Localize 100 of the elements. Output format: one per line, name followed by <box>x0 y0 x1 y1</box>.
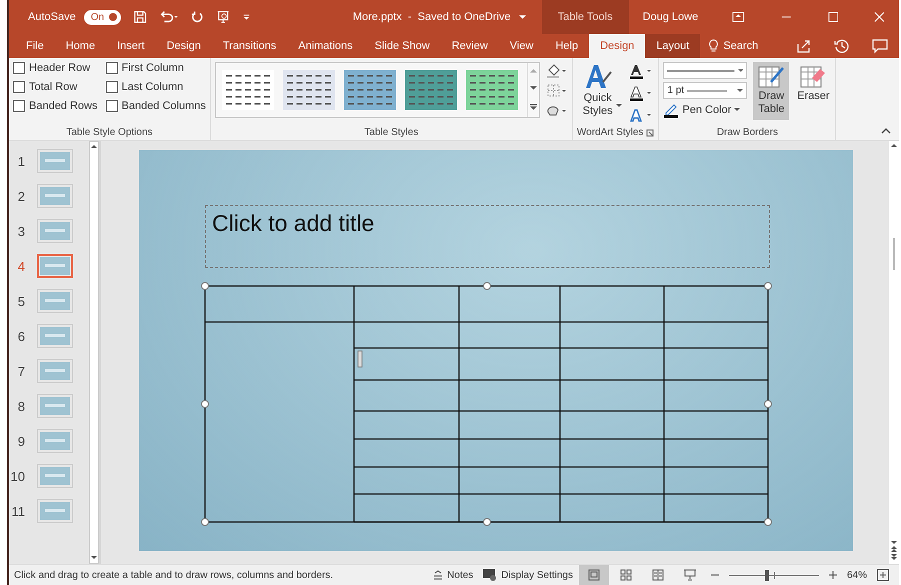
resize-handle[interactable] <box>764 400 772 408</box>
draw-table-button[interactable]: Draw Table <box>753 62 790 120</box>
text-fill-icon[interactable] <box>628 64 654 80</box>
ribbon-tab[interactable]: Review <box>440 34 499 58</box>
checkbox[interactable] <box>106 62 118 74</box>
share-icon[interactable] <box>796 38 812 54</box>
pen-color-button[interactable]: Pen Color <box>663 102 732 118</box>
resize-handle[interactable] <box>764 518 772 526</box>
document-title[interactable]: More.pptx - Saved to OneDrive <box>352 11 511 23</box>
ribbon-tab[interactable]: View <box>498 34 544 58</box>
search-button[interactable]: Search <box>700 34 766 58</box>
slide-thumbnail[interactable] <box>37 394 73 418</box>
slide-number: 3 <box>16 224 25 238</box>
more-icon[interactable] <box>530 104 537 111</box>
text-effects-icon[interactable] <box>628 108 654 124</box>
shading-icon[interactable] <box>546 64 568 78</box>
borders-icon[interactable] <box>546 84 568 98</box>
table-pencil-icon <box>757 64 786 90</box>
slide-thumbnail[interactable] <box>37 359 73 383</box>
table-style-thumbnail[interactable] <box>404 70 457 110</box>
fit-to-window-icon[interactable] <box>877 569 889 581</box>
table-style-thumbnail[interactable] <box>282 70 335 110</box>
autosave-toggle[interactable]: On <box>84 10 122 24</box>
gallery-scrollbar[interactable] <box>526 63 539 117</box>
previous-slide-icon[interactable] <box>891 545 897 553</box>
undo-icon[interactable] <box>159 10 180 24</box>
ribbon-display-icon[interactable] <box>732 11 745 23</box>
caret-icon[interactable] <box>616 104 622 108</box>
scroll-up-icon[interactable] <box>91 145 97 149</box>
checkbox[interactable] <box>106 100 118 112</box>
zoom-in-icon[interactable] <box>828 571 837 579</box>
table-style-thumbnail[interactable] <box>466 70 518 110</box>
customize-icon[interactable] <box>242 12 251 22</box>
slide-thumbnail[interactable] <box>37 464 73 488</box>
ribbon-tab[interactable]: Design <box>589 34 646 58</box>
cursor-icon <box>358 350 362 368</box>
checkbox[interactable] <box>13 62 25 74</box>
ribbon-tab[interactable]: Animations <box>287 34 364 58</box>
slide-thumbnail[interactable] <box>37 149 73 173</box>
slide-thumbnail[interactable] <box>37 499 73 523</box>
scroll-down-icon[interactable] <box>891 541 897 545</box>
pen-weight-dropdown[interactable]: 1 pt <box>663 82 748 99</box>
slide-thumbnail[interactable] <box>37 324 73 348</box>
scroll-down-icon[interactable] <box>530 86 537 92</box>
user-name[interactable]: Doug Lowe <box>642 11 698 23</box>
checkbox[interactable] <box>106 81 118 93</box>
scrollbar[interactable] <box>889 141 899 564</box>
slide-thumbnail[interactable] <box>37 184 73 208</box>
resize-handle[interactable] <box>201 400 209 408</box>
ribbon-tab[interactable]: Insert <box>106 34 156 58</box>
autosave-label: AutoSave <box>28 11 76 23</box>
scroll-up-icon[interactable] <box>891 144 897 148</box>
effects-icon[interactable] <box>546 104 568 118</box>
zoom-slider-thumb[interactable] <box>764 570 769 580</box>
ribbon-tab[interactable]: Home <box>54 34 106 58</box>
display-settings-button[interactable]: Display Settings <box>483 569 573 581</box>
next-slide-icon[interactable] <box>891 553 897 561</box>
resize-handle[interactable] <box>483 518 491 526</box>
text-outline-icon[interactable] <box>628 86 654 102</box>
slide-thumbnail[interactable] <box>37 254 73 278</box>
ribbon-tab[interactable]: File <box>15 34 55 58</box>
ribbon-tab[interactable]: Layout <box>645 34 700 58</box>
resize-handle[interactable] <box>201 282 209 290</box>
dialog-launcher-icon[interactable] <box>646 128 654 136</box>
collapse-ribbon-icon[interactable] <box>881 128 891 134</box>
table-style-thumbnail[interactable] <box>222 70 274 110</box>
eraser-button[interactable]: Eraser <box>795 62 832 120</box>
slide-thumbnail[interactable] <box>37 219 73 243</box>
zoom-level[interactable]: 64% <box>846 570 867 580</box>
view-button[interactable] <box>578 565 609 585</box>
pen-style-dropdown[interactable] <box>663 62 748 79</box>
resize-handle[interactable] <box>483 282 491 290</box>
scrollbar[interactable] <box>89 141 99 564</box>
history-icon[interactable] <box>834 38 850 54</box>
slide-table[interactable] <box>204 285 769 523</box>
scroll-down-icon[interactable] <box>91 556 97 560</box>
caret-icon[interactable] <box>734 108 740 112</box>
group-label: Table Style Options <box>66 127 153 138</box>
slide-thumbnail[interactable] <box>37 289 73 313</box>
presentation-icon[interactable] <box>216 9 230 25</box>
checkbox[interactable] <box>13 100 25 112</box>
checkbox[interactable] <box>13 81 25 93</box>
maximize-icon[interactable] <box>828 11 838 23</box>
resize-handle[interactable] <box>764 282 772 290</box>
caret-icon[interactable] <box>518 14 526 20</box>
notes-button[interactable]: Notes <box>433 570 474 580</box>
ribbon-tab[interactable]: Transitions <box>212 34 288 58</box>
slide-thumbnail[interactable] <box>37 429 73 453</box>
table-style-thumbnail[interactable] <box>344 70 396 110</box>
redo-icon[interactable] <box>191 10 204 24</box>
ribbon-tab[interactable]: Design <box>156 34 212 58</box>
quick-styles-button[interactable]: Quick Styles <box>578 62 618 124</box>
close-icon[interactable] <box>874 11 885 23</box>
ribbon-tab[interactable]: Help <box>544 34 590 58</box>
resize-handle[interactable] <box>201 518 209 526</box>
save-icon[interactable] <box>133 9 148 25</box>
ribbon-tab[interactable]: Slide Show <box>364 34 441 58</box>
slide-number: 11 <box>10 504 25 518</box>
comment-icon[interactable] <box>872 38 888 54</box>
title-placeholder[interactable]: Click to add title <box>205 205 770 268</box>
